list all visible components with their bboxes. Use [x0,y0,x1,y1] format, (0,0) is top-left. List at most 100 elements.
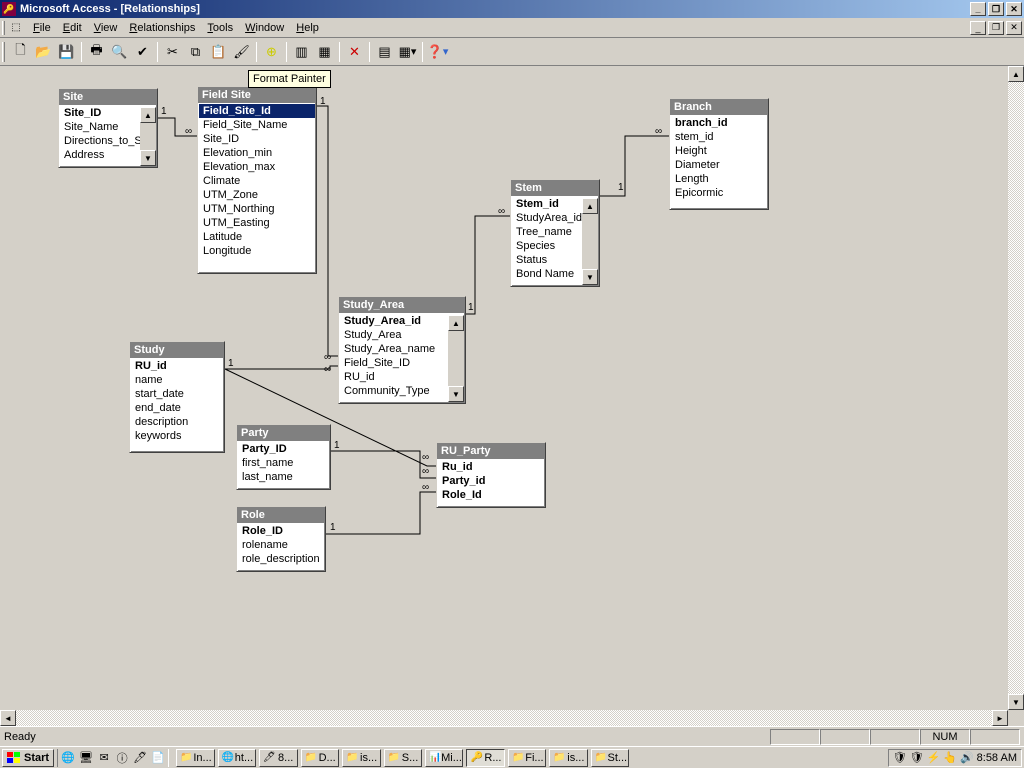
tray-icon[interactable]: 🔊 [960,751,974,764]
scroll-down-icon[interactable]: ▼ [140,150,156,166]
table-title[interactable]: Stem [511,180,599,196]
show-direct-icon[interactable]: ▥ [290,41,313,63]
field[interactable]: RU_id [340,370,464,384]
app-icon[interactable]: 📄 [150,750,166,766]
clock[interactable]: 8:58 AM [977,752,1017,764]
taskbar-item[interactable]: 📁Fi... [508,749,546,767]
desktop-icon[interactable]: 🖥 [78,750,94,766]
scroll-left-icon[interactable]: ◄ [0,710,16,726]
menu-tools[interactable]: Tools [201,20,239,36]
field[interactable]: stem_id [671,130,767,144]
restore-button[interactable]: ❐ [988,2,1004,16]
save-icon[interactable]: 💾 [55,41,78,63]
help-icon[interactable]: ❓▾ [426,41,449,63]
table-role[interactable]: Role Role_ID rolename role_description [236,506,326,572]
table-study[interactable]: Study RU_id name start_date end_date des… [129,341,225,453]
table-study-area[interactable]: Study_Area Study_Area_id Study_Area Stud… [338,296,466,404]
field[interactable]: RU_id [131,359,223,373]
menu-help[interactable]: Help [290,20,325,36]
field[interactable]: Study_Area [340,328,464,342]
field[interactable]: Field_Site_Name [199,118,315,132]
scroll-up-icon[interactable]: ▲ [1008,66,1024,82]
system-tray[interactable]: 🛡 🛡 ⚡ 👆 🔊 8:58 AM [888,749,1022,767]
field[interactable]: Elevation_max [199,160,315,174]
tray-icon[interactable]: 👆 [943,751,957,764]
close-button[interactable]: ✕ [1006,2,1022,16]
table-party[interactable]: Party Party_ID first_name last_name [236,424,331,490]
outlook-icon[interactable]: ✉ [96,750,112,766]
field[interactable]: Elevation_min [199,146,315,160]
field[interactable]: Study_Area_name [340,342,464,356]
mdi-minimize-button[interactable]: _ [970,21,986,35]
field[interactable]: end_date [131,401,223,415]
scroll-down-icon[interactable]: ▼ [448,386,464,402]
menu-edit[interactable]: Edit [57,20,88,36]
canvas-vscroll[interactable]: ▲ ▼ [1008,66,1024,710]
tray-icon[interactable]: 🛡 [893,751,907,764]
copy-icon[interactable]: ⧉ [184,41,207,63]
spelling-icon[interactable]: ✔ [131,41,154,63]
field[interactable]: Field_Site_Id [199,104,315,118]
field[interactable]: UTM_Easting [199,216,315,230]
minimize-button[interactable]: _ [970,2,986,16]
field[interactable]: Role_ID [238,524,324,538]
field[interactable]: Ru_id [438,460,544,474]
table-title[interactable]: Study [130,342,224,358]
field[interactable]: description [131,415,223,429]
new-object-icon[interactable]: ▦▾ [396,41,419,63]
show-all-icon[interactable]: ▦ [313,41,336,63]
field[interactable]: Latitude [199,230,315,244]
field[interactable]: Height [671,144,767,158]
field[interactable]: last_name [238,470,329,484]
scroll-up-icon[interactable]: ▲ [582,198,598,214]
menu-view[interactable]: View [88,20,124,36]
mdi-icon[interactable]: ⬚ [9,21,23,35]
show-table-icon[interactable]: ⊕ [260,41,283,63]
relationships-canvas[interactable]: 1 ∞ 1 ∞ 1 ∞ 1 ∞ 1 ∞ ∞ 1 ∞ 1 ∞ Site Site_… [0,66,1024,726]
field[interactable]: Diameter [671,158,767,172]
table-title[interactable]: Role [237,507,325,523]
taskbar-item[interactable]: 🌐ht... [218,749,256,767]
taskbar-item[interactable]: 📁is... [342,749,380,767]
field[interactable]: first_name [238,456,329,470]
field[interactable]: Climate [199,174,315,188]
field[interactable]: branch_id [671,116,767,130]
taskbar-item[interactable]: 📁D... [301,749,339,767]
taskbar-item[interactable]: 📁St... [591,749,629,767]
menu-relationships[interactable]: Relationships [123,20,201,36]
paste-icon[interactable]: 📋 [207,41,230,63]
table-stem[interactable]: Stem Stem_id StudyArea_id Tree_name Spec… [510,179,600,287]
table-title[interactable]: Branch [670,99,768,115]
field[interactable]: Party_id [438,474,544,488]
field[interactable]: role_description [238,552,324,566]
menu-file[interactable]: File [27,20,57,36]
scroll-up-icon[interactable]: ▲ [448,315,464,331]
tray-icon[interactable]: 🛡 [910,751,924,764]
scroll-down-icon[interactable]: ▼ [582,269,598,285]
taskbar-item[interactable]: 📁S... [384,749,422,767]
cut-icon[interactable]: ✂ [161,41,184,63]
field[interactable]: Length [671,172,767,186]
tray-icon[interactable]: ⚡ [927,751,941,764]
table-title[interactable]: Study_Area [339,297,465,313]
ie-icon[interactable]: 🌐 [60,750,76,766]
table-site[interactable]: Site Site_ID Site_Name Directions_to_Si … [58,88,158,168]
scroll-right-icon[interactable]: ► [992,710,1008,726]
clear-layout-icon[interactable]: ✕ [343,41,366,63]
open-icon[interactable]: 📂 [32,41,55,63]
table-ru-party[interactable]: RU_Party Ru_id Party_id Role_Id [436,442,546,508]
taskbar-item[interactable]: 🔑R... [466,749,504,767]
scroll-up-icon[interactable]: ▲ [140,107,156,123]
taskbar-item[interactable]: 📁In... [176,749,214,767]
field[interactable]: start_date [131,387,223,401]
mdi-close-button[interactable]: ✕ [1006,21,1022,35]
table-title[interactable]: RU_Party [437,443,545,459]
taskbar-item[interactable]: 🖊8... [259,749,298,767]
taskbar-item[interactable]: 📊Mi... [425,749,463,767]
table-title[interactable]: Party [237,425,330,441]
field[interactable]: Role_Id [438,488,544,502]
menu-window[interactable]: Window [239,20,290,36]
field[interactable]: Study_Area_id [340,314,464,328]
scroll-down-icon[interactable]: ▼ [1008,694,1024,710]
mdi-restore-button[interactable]: ❐ [988,21,1004,35]
